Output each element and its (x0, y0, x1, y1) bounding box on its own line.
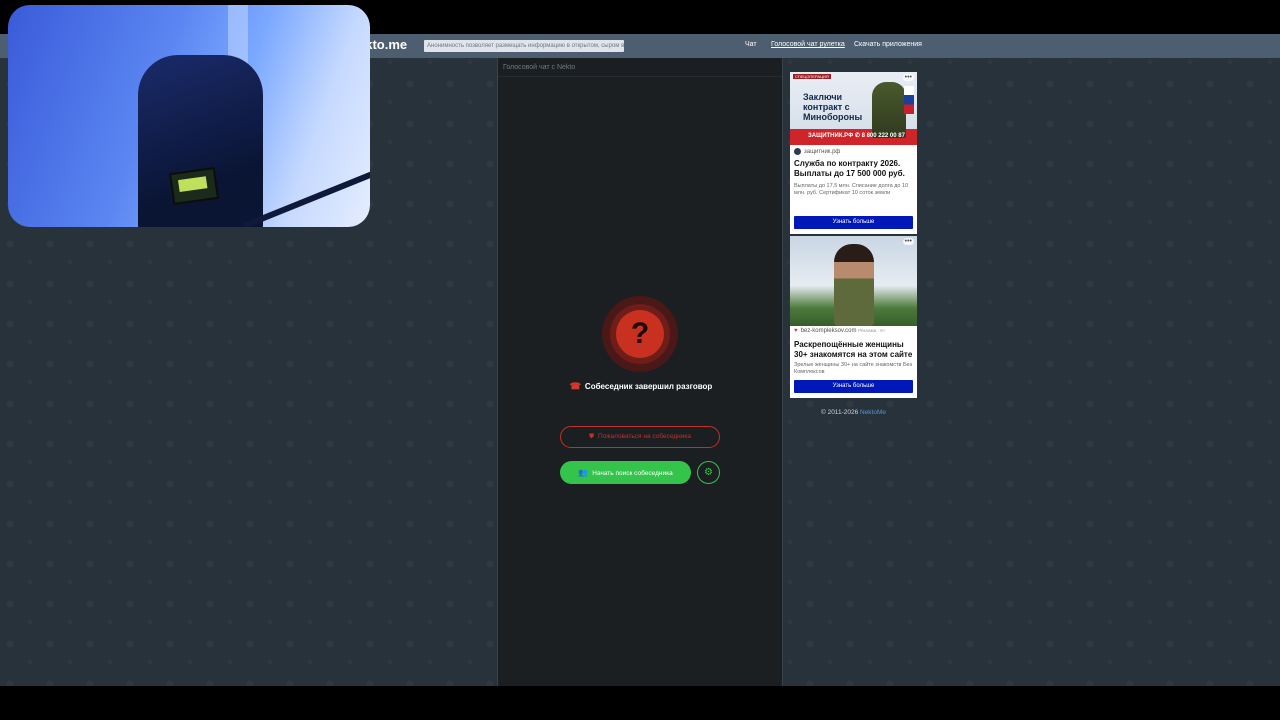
ad-domain-text: bez-kompleksov.com (800, 328, 857, 334)
start-search-label: Начать поиск собеседника (592, 470, 673, 477)
start-search-button[interactable]: 👥 Начать поиск собеседника (560, 461, 691, 484)
ad-card-dating[interactable]: ••• ♥ bez-kompleksov.com Реклама · 6+ Рас… (790, 236, 917, 398)
anonymity-notice: Анонимность позволяет размещать информац… (424, 40, 624, 52)
nav-download-apps[interactable]: Скачать приложения (854, 41, 922, 48)
status-ring: ? (610, 304, 670, 364)
ad-badge: СПЕЦОПЕРАЦИЯ (793, 74, 831, 79)
ad-title[interactable]: Служба по контракту 2026. Выплаты до 17 … (794, 159, 914, 179)
copyright-text: © 2011-2026 (820, 409, 859, 416)
report-button[interactable]: ⛊ Пожаловаться на собеседника (560, 426, 720, 448)
question-icon: ? (616, 310, 664, 358)
chat-title: Голосовой чат с Nekto (503, 64, 576, 71)
divider (498, 76, 782, 77)
more-options-icon[interactable]: ••• (902, 238, 914, 245)
ad-image-headline: Заключи контракт с Минобороны (803, 92, 863, 122)
woman-figure (834, 244, 874, 326)
nav-voice-chat-roulette[interactable]: Голосовой чат рулетка (771, 41, 845, 48)
site-favicon-icon (794, 148, 801, 155)
call-ended-status: ☎ Собеседник завершил разговор (498, 381, 784, 392)
webcam-overlay (8, 5, 370, 227)
ad-image-footer: ЗАЩИТНИК.РФ ✆ 8 800 222 00 87 (808, 133, 905, 139)
more-options-icon[interactable]: ••• (902, 74, 914, 81)
ad-domain-text: защитник.рф (804, 149, 841, 156)
ad-learn-more-button[interactable]: Узнать больше (794, 380, 913, 393)
ad-title[interactable]: Раскрепощённые женщины 30+ знакомятся на… (794, 340, 914, 360)
call-ended-text: Собеседник завершил разговор (584, 382, 713, 391)
ad-description: Выплаты до 17,5 млн. Списание долга до 1… (794, 183, 909, 196)
ad-domain: защитник.рф (794, 148, 840, 155)
ad-learn-more-button[interactable]: Узнать больше (794, 216, 913, 229)
ad-description: Зрелые женщины 30+ на сайте знакомств Бе… (794, 362, 913, 375)
nav-chat[interactable]: Чат (745, 41, 757, 48)
handheld-device (168, 166, 220, 206)
filter-settings-button[interactable]: ⚙ (697, 461, 720, 484)
report-button-label: Пожаловаться на собеседника (597, 433, 691, 440)
ad-card-contract[interactable]: СПЕЦОПЕРАЦИЯ Заключи контракт с Миноборо… (790, 72, 917, 234)
users-icon: 👥 (578, 468, 589, 477)
hangup-phone-icon: ☎ (569, 381, 581, 391)
ad-domain: ♥ bez-kompleksov.com Реклама · 6+ (794, 328, 885, 334)
russian-flag-icon (904, 86, 914, 114)
copyright: © 2011-2026 NektoMe (790, 409, 917, 416)
status-indicator: ? (602, 296, 678, 372)
ad-image[interactable]: СПЕЦОПЕРАЦИЯ Заключи контракт с Миноборо… (790, 72, 917, 145)
ad-image[interactable]: ••• (790, 236, 917, 326)
shield-icon: ⛊ (589, 433, 594, 440)
voice-chat-panel: Голосовой чат с Nekto ? ☎ Собеседник заве… (497, 58, 783, 686)
heart-icon: ♥ (794, 328, 798, 334)
ad-label: Реклама · 6+ (858, 328, 886, 333)
letterbox-bottom (0, 686, 1280, 720)
footer-brand-link[interactable]: NektoMe (860, 409, 886, 416)
device-screen (178, 176, 208, 193)
sliders-icon: ⚙ (704, 467, 713, 478)
soldier-figure (872, 82, 906, 138)
